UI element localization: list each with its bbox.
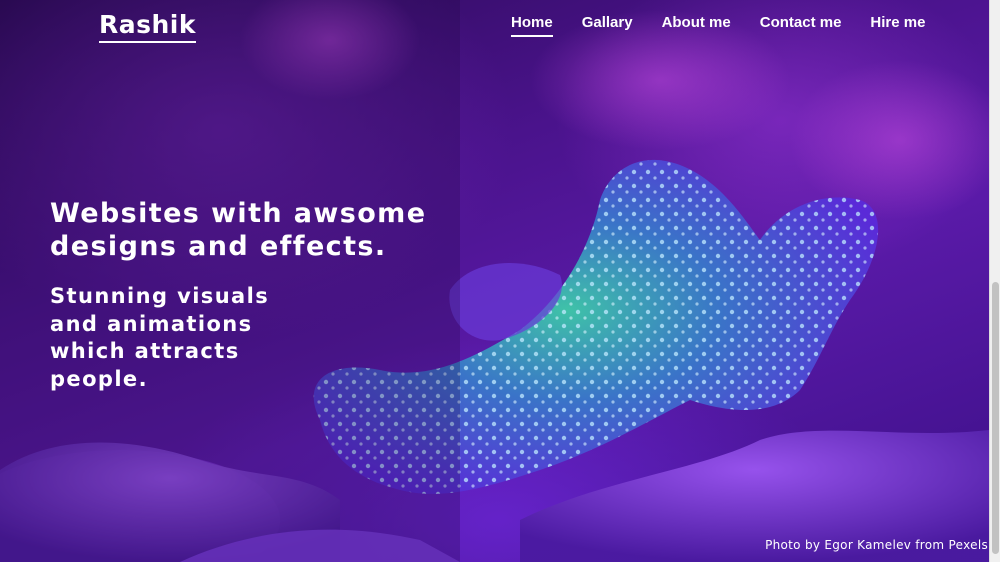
page: Rashik Home Gallary About me Contact me … (0, 0, 1000, 562)
coral-photo-illustration (0, 0, 989, 562)
scrollbar-thumb[interactable] (992, 282, 999, 554)
photo-credit: Photo by Egor Kamelev from Pexels (765, 538, 988, 552)
nav-link-contact[interactable]: Contact me (760, 14, 842, 37)
nav-link-hire[interactable]: Hire me (870, 14, 925, 37)
nav-link-gallery[interactable]: Gallary (582, 14, 633, 37)
nav-link-about[interactable]: About me (662, 14, 731, 37)
main-navigation: Home Gallary About me Contact me Hire me (511, 14, 925, 37)
site-logo[interactable]: Rashik (99, 10, 196, 43)
nav-link-home[interactable]: Home (511, 14, 553, 37)
hero-headline: Websites with awsome designs and effects… (50, 198, 427, 262)
vertical-scrollbar[interactable] (989, 0, 1000, 562)
hero-subheadline: Stunning visuals and animations which at… (50, 284, 270, 391)
hero-background-image (0, 0, 989, 562)
